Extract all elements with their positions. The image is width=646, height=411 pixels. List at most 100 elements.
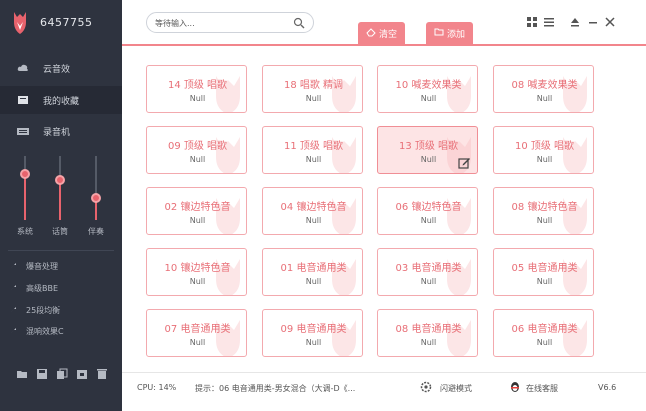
edit-icon[interactable] xyxy=(458,156,471,169)
preset-card[interactable]: 09 顶级 唱歌 Null xyxy=(146,126,247,174)
preset-name: 13 顶级 唱歌 xyxy=(398,141,459,152)
volume-mixer: 系统 话筒 伴奏 xyxy=(0,148,122,240)
preset-card[interactable]: 06 电音通用类 Null xyxy=(493,309,594,357)
preset-card[interactable]: 14 顶级 唱歌 Null xyxy=(146,65,247,113)
copy-icon[interactable] xyxy=(56,368,68,380)
wrench-icon xyxy=(11,285,16,290)
accompaniment-volume-slider[interactable] xyxy=(87,156,105,220)
search-box[interactable] xyxy=(146,12,314,33)
system-volume-slider[interactable] xyxy=(16,156,34,220)
list-view-icon[interactable] xyxy=(543,16,555,28)
system-volume-label: 系统 xyxy=(17,227,33,236)
main-panel: 清空 添加 14 顶级 唱歌 Null 18 唱歌 精调 Null 10 喊麦效果类 Nu… xyxy=(122,0,646,411)
close-icon[interactable] xyxy=(604,16,616,28)
preset-card[interactable]: 04 镶边特色音 Null xyxy=(262,187,363,235)
save-icon[interactable] xyxy=(36,368,48,380)
mic-volume-slider[interactable] xyxy=(51,156,69,220)
preset-name: 02 镶边特色音 xyxy=(164,202,231,213)
effect-label: 混响效果C xyxy=(26,327,64,336)
preset-value: Null xyxy=(305,338,322,347)
slider-knob[interactable] xyxy=(20,168,30,179)
preset-name: 05 电音通用类 xyxy=(511,263,578,274)
nav-recorder[interactable]: 录音机 xyxy=(0,117,122,145)
preset-card[interactable]: 13 顶级 唱歌 Null xyxy=(377,126,478,174)
preset-value: Null xyxy=(305,216,322,225)
preset-name: 06 电音通用类 xyxy=(511,324,578,335)
preset-card[interactable]: 09 电音通用类 Null xyxy=(262,309,363,357)
preset-value: Null xyxy=(536,216,553,225)
grid-view-icon[interactable] xyxy=(526,16,538,28)
wrench-icon xyxy=(11,328,16,333)
folder-open-icon[interactable] xyxy=(16,368,28,380)
cloud-icon xyxy=(17,64,28,71)
preset-value: Null xyxy=(536,94,553,103)
effect-item[interactable]: 25段均衡 xyxy=(8,302,114,318)
divider xyxy=(8,250,114,251)
preset-card[interactable]: 07 电音通用类 Null xyxy=(146,309,247,357)
preset-name: 14 顶级 唱歌 xyxy=(167,80,228,91)
preset-value: Null xyxy=(536,277,553,286)
online-service-button[interactable]: 在线客服 xyxy=(526,383,558,394)
effect-item[interactable]: 爆音处理 xyxy=(8,258,114,274)
preset-card[interactable]: 08 镶边特色音 Null xyxy=(493,187,594,235)
preset-card[interactable]: 05 电音通用类 Null xyxy=(493,248,594,296)
slider-knob[interactable] xyxy=(91,192,101,203)
duplicate-icon[interactable] xyxy=(76,368,88,380)
preset-card[interactable]: 08 喊麦效果类 Null xyxy=(493,65,594,113)
cpu-usage: CPU: 14% xyxy=(137,383,177,392)
preset-value: Null xyxy=(536,155,553,164)
user-id: 6457755 xyxy=(40,16,93,29)
search-input[interactable] xyxy=(155,16,295,30)
preset-value: Null xyxy=(420,216,437,225)
preset-card[interactable]: 10 顶级 唱歌 Null xyxy=(493,126,594,174)
eject-icon[interactable] xyxy=(569,16,581,28)
preset-name: 08 电音通用类 xyxy=(395,324,462,335)
preset-value: Null xyxy=(536,338,553,347)
preset-card[interactable]: 01 电音通用类 Null xyxy=(262,248,363,296)
preset-value: Null xyxy=(189,277,206,286)
preset-card[interactable]: 10 镶边特色音 Null xyxy=(146,248,247,296)
logo: 6457755 xyxy=(0,0,122,48)
preset-value: Null xyxy=(305,94,322,103)
preset-name: 08 喊麦效果类 xyxy=(511,80,578,91)
preset-grid: 14 顶级 唱歌 Null 18 唱歌 精调 Null 10 喊麦效果类 Null 08 喊… xyxy=(122,48,646,370)
preset-card[interactable]: 03 电音通用类 Null xyxy=(377,248,478,296)
preset-card[interactable]: 10 喊麦效果类 Null xyxy=(377,65,478,113)
qq-penguin-icon[interactable] xyxy=(509,381,521,393)
slider-knob[interactable] xyxy=(55,175,65,186)
minimize-icon[interactable] xyxy=(587,16,599,28)
add-tab[interactable]: 添加 xyxy=(426,22,473,44)
preset-name: 10 喊麦效果类 xyxy=(395,80,462,91)
status-hint: 提示：06 电音通用类-男女混合（大调-D《... xyxy=(195,384,356,393)
preset-name: 09 电音通用类 xyxy=(280,324,347,335)
add-tab-label: 添加 xyxy=(447,30,466,40)
preset-name: 10 镶边特色音 xyxy=(164,263,231,274)
preset-card[interactable]: 18 唱歌 精调 Null xyxy=(262,65,363,113)
preset-value: Null xyxy=(189,94,206,103)
preset-name: 11 顶级 唱歌 xyxy=(283,141,344,152)
preset-name: 01 电音通用类 xyxy=(280,263,347,274)
preset-card[interactable]: 02 镶边特色音 Null xyxy=(146,187,247,235)
preset-card[interactable]: 06 镶边特色音 Null xyxy=(377,187,478,235)
preset-card[interactable]: 11 顶级 唱歌 Null xyxy=(262,126,363,174)
trash-icon[interactable] xyxy=(96,368,108,380)
clear-tab-label: 清空 xyxy=(379,30,398,40)
folder-add-icon xyxy=(434,28,444,36)
flash-mode-button[interactable]: 闪避模式 xyxy=(440,383,472,394)
wrench-icon xyxy=(11,307,16,312)
preset-name: 10 顶级 唱歌 xyxy=(514,141,575,152)
nav-my-favorites[interactable]: 我的收藏 xyxy=(0,86,122,114)
nav-cloud-effects[interactable]: 云音效 xyxy=(0,54,122,82)
effect-item[interactable]: 混响效果C xyxy=(8,323,114,339)
preset-value: Null xyxy=(305,155,322,164)
effect-item[interactable]: 高级BBE xyxy=(8,280,114,296)
eraser-icon xyxy=(366,28,376,37)
preset-value: Null xyxy=(189,155,206,164)
version-label: V6.6 xyxy=(598,383,617,392)
search-icon[interactable] xyxy=(293,17,305,29)
gear-icon[interactable] xyxy=(420,381,432,393)
clear-tab[interactable]: 清空 xyxy=(358,22,405,44)
preset-card[interactable]: 08 电音通用类 Null xyxy=(377,309,478,357)
effect-label: 高级BBE xyxy=(26,284,59,293)
preset-name: 09 顶级 唱歌 xyxy=(167,141,228,152)
